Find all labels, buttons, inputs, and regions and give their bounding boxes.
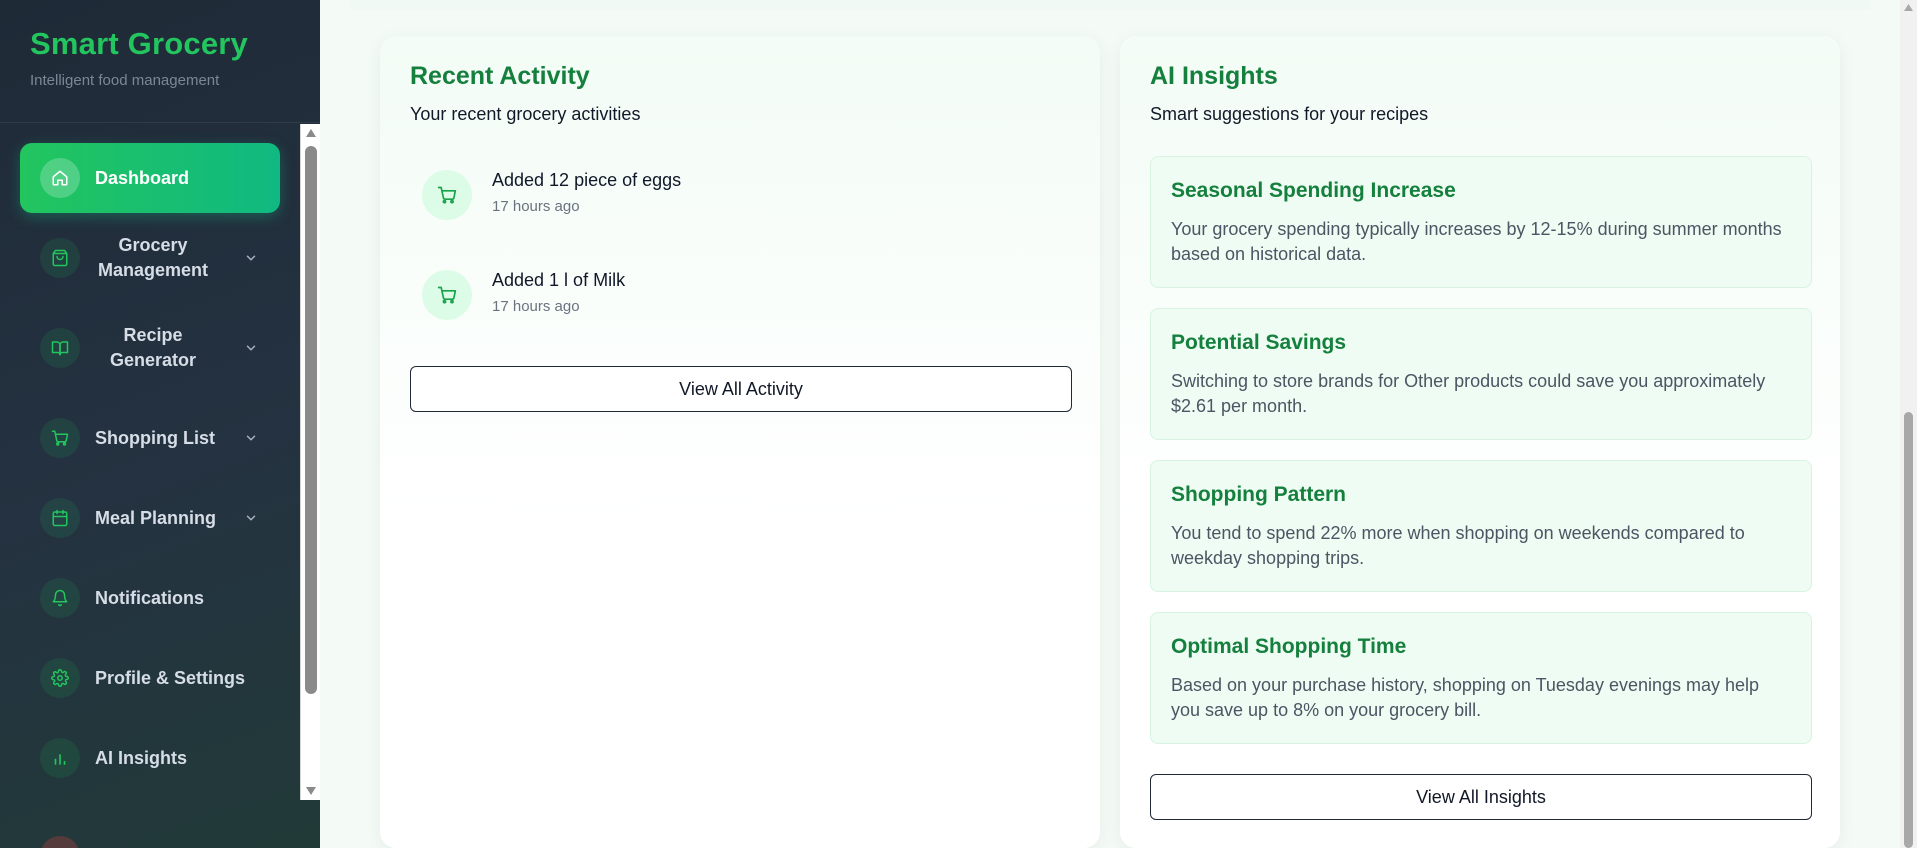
- sidebar-item-grocery-management[interactable]: Grocery Management: [20, 223, 280, 293]
- card-title: AI Insights: [1150, 62, 1278, 90]
- sidebar-scrollbar[interactable]: [300, 124, 320, 800]
- calendar-icon: [40, 498, 80, 538]
- sidebar-item-notifications[interactable]: Notifications: [20, 563, 280, 633]
- page-scrollbar[interactable]: [1900, 0, 1917, 848]
- scroll-up-arrow-icon[interactable]: [305, 128, 317, 138]
- brand-title: Smart Grocery: [30, 26, 248, 61]
- cart-icon: [422, 270, 472, 320]
- ai-insights-card: AI Insights Smart suggestions for your r…: [1120, 36, 1840, 848]
- sidebar-item-label: Grocery Management: [97, 235, 209, 280]
- scrollbar-thumb[interactable]: [1904, 412, 1913, 848]
- sidebar-item-label: AI Insights: [95, 747, 188, 768]
- divider: [0, 122, 320, 123]
- brand: Smart Grocery Intelligent food managemen…: [30, 26, 248, 89]
- activity-item: Added 1 l of Milk 17 hours ago: [422, 266, 1022, 322]
- insight-title: Shopping Pattern: [1171, 483, 1346, 506]
- sidebar-item-ai-insights[interactable]: AI Insights: [20, 723, 280, 793]
- sidebar-item-label: Dashboard: [95, 167, 190, 188]
- gear-icon: [40, 658, 80, 698]
- scroll-up-arrow-icon[interactable]: [1904, 4, 1913, 11]
- activity-item: Added 12 piece of eggs 17 hours ago: [422, 166, 1022, 222]
- app-root: Smart Grocery Intelligent food managemen…: [0, 0, 1917, 848]
- activity-time: 17 hours ago: [492, 198, 580, 215]
- sidebar-item-recipe-generator[interactable]: Recipe Generator: [20, 313, 280, 383]
- sidebar-item-shopping-list[interactable]: Shopping List: [20, 403, 280, 473]
- view-all-activity-button[interactable]: View All Activity: [410, 366, 1072, 412]
- insight-body: You tend to spend 22% more when shopping…: [1171, 523, 1745, 568]
- bar-chart-icon: [40, 738, 80, 778]
- shopping-bag-icon: [40, 238, 80, 278]
- insight-body: Switching to store brands for Other prod…: [1171, 371, 1766, 416]
- book-icon: [40, 328, 80, 368]
- scrollbar-thumb[interactable]: [305, 146, 317, 694]
- activity-time: 17 hours ago: [492, 298, 580, 315]
- activity-title: Added 1 l of Milk: [492, 270, 626, 290]
- insight-body: Based on your purchase history, shopping…: [1171, 675, 1760, 720]
- chevron-down-icon[interactable]: [244, 511, 258, 525]
- card-subtitle: Your recent grocery activities: [410, 104, 641, 124]
- sidebar-item-label: Notifications: [95, 587, 205, 608]
- cart-icon: [40, 418, 80, 458]
- sidebar-item-dashboard[interactable]: Dashboard: [20, 143, 280, 213]
- insight-body: Your grocery spending typically increase…: [1171, 219, 1782, 264]
- insight-card: Optimal Shopping Time Based on your purc…: [1150, 612, 1812, 744]
- logout-icon[interactable]: [40, 836, 80, 848]
- home-icon: [40, 158, 80, 198]
- insight-card: Potential Savings Switching to store bra…: [1150, 308, 1812, 440]
- sidebar-item-meal-planning[interactable]: Meal Planning: [20, 483, 280, 553]
- scroll-down-arrow-icon[interactable]: [305, 786, 317, 796]
- card-subtitle: Smart suggestions for your recipes: [1150, 104, 1429, 124]
- cart-icon: [422, 170, 472, 220]
- chevron-down-icon[interactable]: [244, 251, 258, 265]
- sidebar-item-label: Meal Planning: [95, 507, 217, 528]
- sidebar-item-label: Shopping List: [95, 427, 215, 448]
- bell-icon: [40, 578, 80, 618]
- card-title: Recent Activity: [410, 62, 590, 90]
- recent-activity-card: Recent Activity Your recent grocery acti…: [380, 36, 1100, 848]
- main-content: Recent Activity Your recent grocery acti…: [320, 0, 1917, 848]
- brand-subtitle: Intelligent food management: [30, 72, 220, 89]
- sidebar: Smart Grocery Intelligent food managemen…: [0, 0, 320, 848]
- activity-title: Added 12 piece of eggs: [492, 170, 682, 190]
- insight-card: Shopping Pattern You tend to spend 22% m…: [1150, 460, 1812, 592]
- view-all-insights-button[interactable]: View All Insights: [1150, 774, 1812, 820]
- insight-title: Seasonal Spending Increase: [1171, 179, 1456, 202]
- previous-section-edge: [350, 0, 1870, 10]
- insight-title: Optimal Shopping Time: [1171, 635, 1407, 658]
- sidebar-item-label: Profile & Settings: [95, 667, 246, 688]
- chevron-down-icon[interactable]: [244, 431, 258, 445]
- insight-card: Seasonal Spending Increase Your grocery …: [1150, 156, 1812, 288]
- insight-title: Potential Savings: [1171, 331, 1347, 354]
- sidebar-item-profile-settings[interactable]: Profile & Settings: [20, 643, 280, 713]
- sidebar-item-label: Recipe Generator: [109, 325, 197, 370]
- chevron-down-icon[interactable]: [244, 341, 258, 355]
